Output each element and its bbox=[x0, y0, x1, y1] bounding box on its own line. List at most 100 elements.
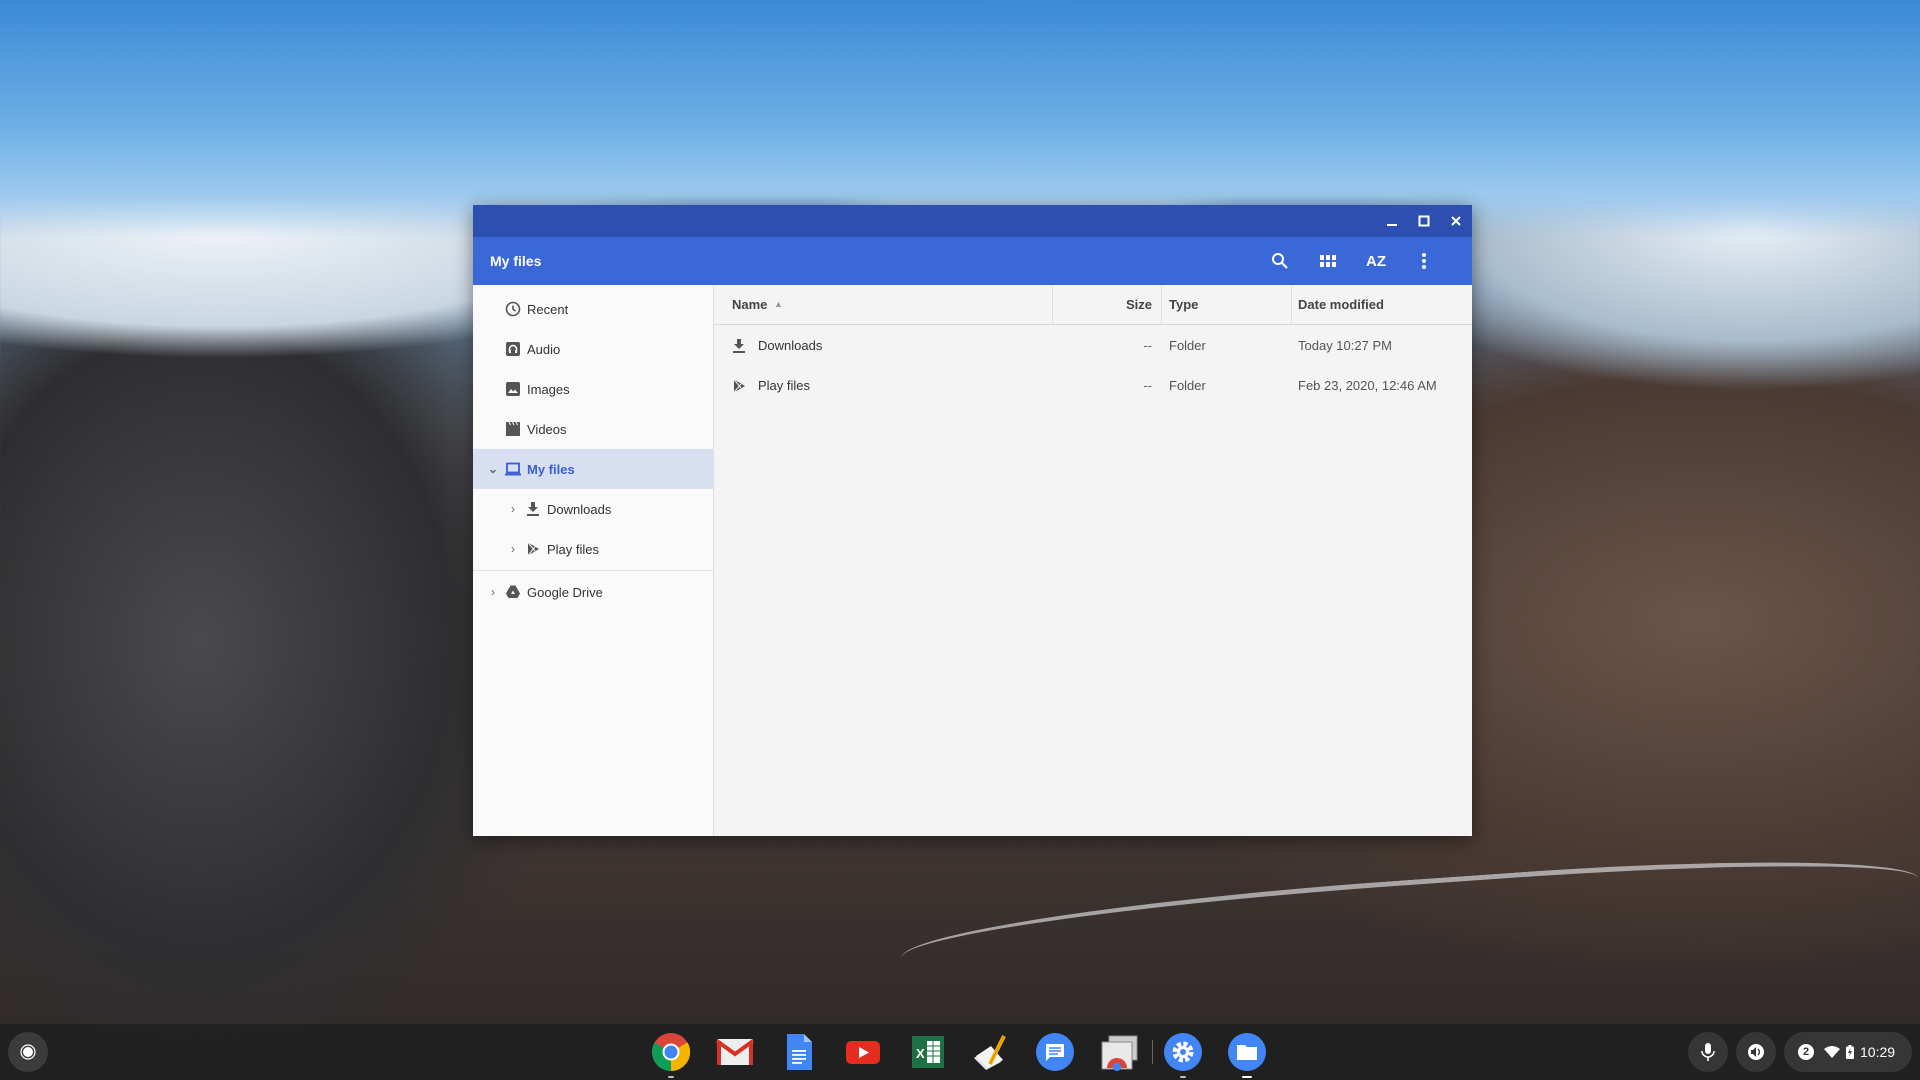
play-store-icon bbox=[733, 379, 745, 393]
sidebar-divider bbox=[473, 570, 713, 571]
shelf-app-text-editor[interactable] bbox=[971, 1032, 1011, 1072]
clapperboard-icon bbox=[506, 421, 520, 436]
shelf-app-chrome-remote-desktop[interactable] bbox=[1099, 1032, 1139, 1072]
sidebar-item-images[interactable]: Images bbox=[473, 369, 713, 409]
minimize-icon bbox=[1387, 224, 1397, 226]
chrome-icon bbox=[651, 1033, 691, 1071]
grid-view-icon bbox=[1320, 255, 1336, 267]
search-icon bbox=[1272, 253, 1288, 269]
column-header-date-modified[interactable]: Date modified bbox=[1298, 285, 1384, 324]
sidebar-item-label: Videos bbox=[527, 421, 567, 437]
file-row-downloads[interactable]: Downloads -- Folder Today 10:27 PM bbox=[714, 326, 1472, 366]
shelf-app-gmail[interactable] bbox=[715, 1032, 755, 1072]
launcher-button[interactable] bbox=[8, 1032, 48, 1072]
play-store-icon bbox=[527, 542, 539, 556]
svg-text:X: X bbox=[916, 1046, 925, 1061]
microphone-icon bbox=[1701, 1043, 1715, 1061]
file-date-modified: Feb 23, 2020, 12:46 AM bbox=[1298, 378, 1437, 393]
clock-icon bbox=[505, 301, 521, 317]
running-indicator bbox=[668, 1076, 674, 1078]
youtube-icon bbox=[846, 1041, 880, 1064]
shelf-divider bbox=[1152, 1040, 1153, 1064]
sidebar-item-google-drive[interactable]: › Google Drive bbox=[473, 572, 713, 612]
shelf-app-youtube[interactable] bbox=[843, 1032, 883, 1072]
file-name: Downloads bbox=[758, 338, 823, 353]
sidebar-item-label: Google Drive bbox=[527, 584, 603, 600]
maximize-button[interactable] bbox=[1408, 205, 1440, 237]
shelf-app-files[interactable] bbox=[1227, 1032, 1267, 1078]
window-titlebar[interactable] bbox=[473, 205, 1472, 237]
minimize-button[interactable] bbox=[1376, 205, 1408, 237]
running-indicator bbox=[1242, 1076, 1252, 1078]
laptop-icon bbox=[505, 462, 521, 476]
more-vert-icon bbox=[1422, 253, 1426, 269]
status-area[interactable]: 2 10:29 bbox=[1784, 1032, 1912, 1072]
running-indicator bbox=[1180, 1076, 1186, 1078]
search-button[interactable] bbox=[1256, 237, 1304, 285]
chevron-down-icon[interactable]: ⌄ bbox=[487, 461, 499, 477]
sidebar-item-label: Play files bbox=[547, 541, 600, 557]
file-size: -- bbox=[1143, 338, 1152, 353]
sidebar-item-videos[interactable]: Videos bbox=[473, 409, 713, 449]
grid-view-button[interactable] bbox=[1304, 237, 1352, 285]
settings-gear-icon bbox=[1164, 1033, 1202, 1071]
maximize-icon bbox=[1418, 215, 1430, 227]
sidebar-item-downloads[interactable]: › Downloads bbox=[473, 489, 713, 529]
sidebar-item-recent[interactable]: Recent bbox=[473, 289, 713, 329]
clock-time: 10:29 bbox=[1860, 1044, 1896, 1060]
google-drive-icon bbox=[506, 585, 520, 598]
shelf-app-messages[interactable] bbox=[1035, 1032, 1075, 1072]
voice-input-button[interactable] bbox=[1688, 1032, 1728, 1072]
download-icon bbox=[527, 502, 539, 516]
shelf-app-settings[interactable] bbox=[1163, 1032, 1203, 1078]
sidebar-item-audio[interactable]: Audio bbox=[473, 329, 713, 369]
column-header-type[interactable]: Type bbox=[1169, 285, 1198, 324]
wallpaper-river bbox=[898, 844, 1920, 1001]
sidebar-item-label: Images bbox=[527, 381, 570, 397]
column-resizer[interactable] bbox=[1291, 285, 1292, 324]
column-header-name[interactable]: Name ▲ bbox=[732, 285, 783, 324]
close-button[interactable] bbox=[1440, 205, 1472, 237]
file-row-play-files[interactable]: Play files -- Folder Feb 23, 2020, 12:46… bbox=[714, 366, 1472, 406]
shelf: X 2 10:29 bbox=[0, 1024, 1920, 1080]
notification-count-badge: 2 bbox=[1798, 1044, 1814, 1060]
launcher-icon bbox=[20, 1044, 36, 1060]
text-editor-icon bbox=[974, 1035, 1006, 1070]
column-resizer[interactable] bbox=[1161, 285, 1162, 324]
files-folder-icon bbox=[1228, 1033, 1266, 1071]
chevron-right-icon[interactable]: › bbox=[507, 501, 519, 517]
chevron-right-icon[interactable]: › bbox=[507, 541, 519, 557]
app-toolbar: My files AZ bbox=[473, 237, 1472, 285]
select-to-speak-button[interactable] bbox=[1736, 1032, 1776, 1072]
more-button[interactable] bbox=[1400, 237, 1448, 285]
image-icon bbox=[506, 382, 520, 396]
file-type: Folder bbox=[1169, 338, 1206, 353]
file-date-modified: Today 10:27 PM bbox=[1298, 338, 1392, 353]
file-type: Folder bbox=[1169, 378, 1206, 393]
shelf-app-chrome[interactable] bbox=[651, 1032, 691, 1078]
file-name: Play files bbox=[758, 378, 811, 393]
shelf-app-excel[interactable]: X bbox=[907, 1032, 947, 1072]
file-size: -- bbox=[1143, 378, 1152, 393]
download-icon bbox=[733, 339, 745, 353]
battery-charging-icon bbox=[1846, 1045, 1854, 1059]
sidebar-item-label: Downloads bbox=[547, 501, 612, 517]
messages-icon bbox=[1036, 1033, 1074, 1071]
sidebar-item-label: Audio bbox=[527, 341, 561, 357]
file-list: Name ▲ Size Type Date modified Downloads… bbox=[714, 285, 1472, 836]
files-app-window: My files AZ Recent Audio Images Videos ⌄… bbox=[473, 205, 1472, 836]
sidebar-item-label: My files bbox=[527, 461, 575, 477]
navigation-sidebar: Recent Audio Images Videos ⌄ My files › bbox=[473, 285, 714, 836]
shelf-app-docs[interactable] bbox=[779, 1032, 819, 1072]
gmail-icon bbox=[715, 1039, 755, 1065]
column-header-size[interactable]: Size bbox=[1053, 285, 1152, 324]
sidebar-item-play-files[interactable]: › Play files bbox=[473, 529, 713, 569]
sidebar-item-label: Recent bbox=[527, 301, 569, 317]
select-to-speak-icon bbox=[1748, 1044, 1764, 1060]
chrome-remote-desktop-icon bbox=[1101, 1035, 1138, 1071]
chevron-right-icon[interactable]: › bbox=[487, 584, 499, 600]
headphones-icon bbox=[506, 342, 520, 356]
sidebar-item-my-files[interactable]: ⌄ My files bbox=[473, 449, 713, 489]
sort-ascending-icon: ▲ bbox=[774, 299, 783, 309]
sort-button[interactable]: AZ bbox=[1352, 237, 1400, 285]
